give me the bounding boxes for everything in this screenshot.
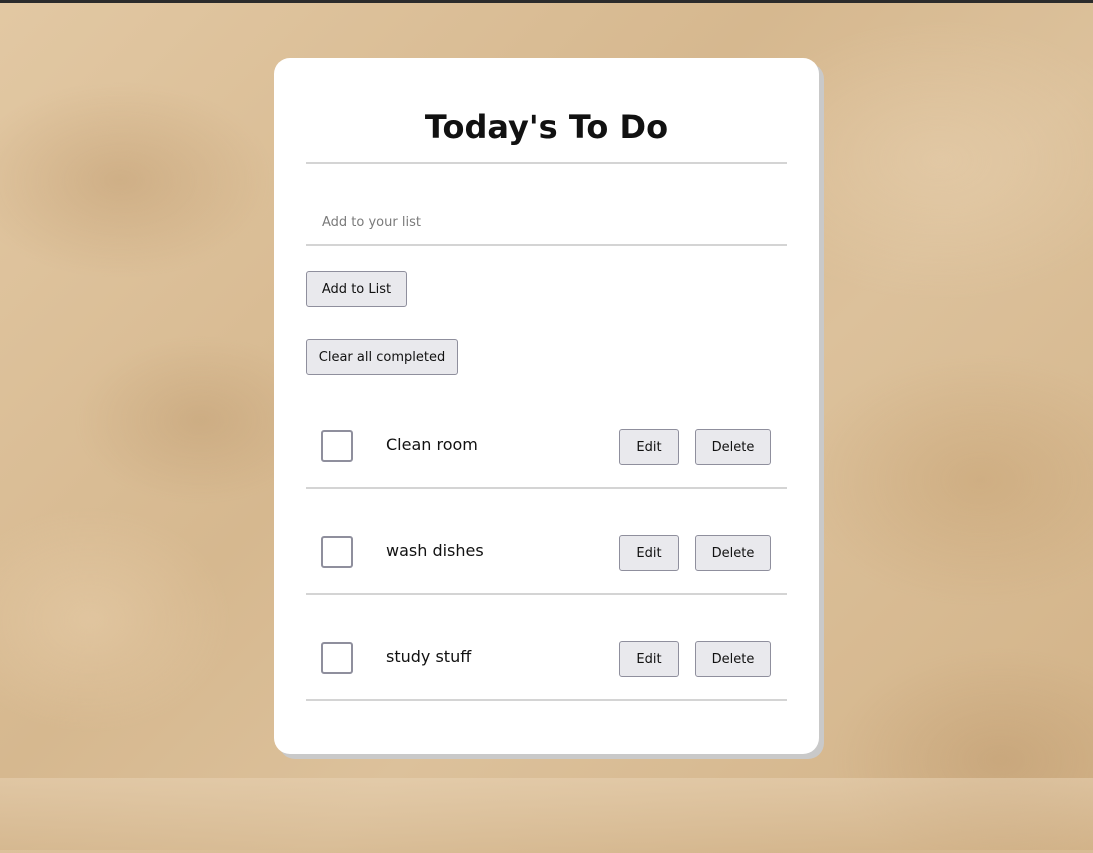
edit-button[interactable]: Edit — [619, 429, 679, 465]
page-title: Today's To Do — [424, 108, 669, 146]
todo-divider — [306, 699, 787, 701]
todo-text: wash dishes — [386, 541, 484, 560]
todo-divider — [306, 593, 787, 595]
todo-item: Clean room Edit Delete — [306, 413, 787, 519]
todo-card: Today's To Do Add to List Clear all comp… — [274, 58, 819, 754]
background-band — [0, 778, 1093, 853]
delete-button[interactable]: Delete — [695, 641, 771, 677]
todo-checkbox[interactable] — [321, 430, 353, 462]
todo-item: study stuff Edit Delete — [306, 625, 787, 731]
clear-completed-button[interactable]: Clear all completed — [306, 339, 458, 375]
todo-item: wash dishes Edit Delete — [306, 519, 787, 625]
delete-button[interactable]: Delete — [695, 429, 771, 465]
todo-divider — [306, 487, 787, 489]
todo-checkbox[interactable] — [321, 642, 353, 674]
title-divider — [306, 162, 787, 164]
todo-checkbox[interactable] — [321, 536, 353, 568]
delete-button[interactable]: Delete — [695, 535, 771, 571]
todo-text: study stuff — [386, 647, 472, 666]
edit-button[interactable]: Edit — [619, 535, 679, 571]
input-underline — [306, 244, 787, 246]
add-task-input[interactable] — [306, 201, 787, 243]
todo-text: Clean room — [386, 435, 478, 454]
add-to-list-button[interactable]: Add to List — [306, 271, 407, 307]
edit-button[interactable]: Edit — [619, 641, 679, 677]
